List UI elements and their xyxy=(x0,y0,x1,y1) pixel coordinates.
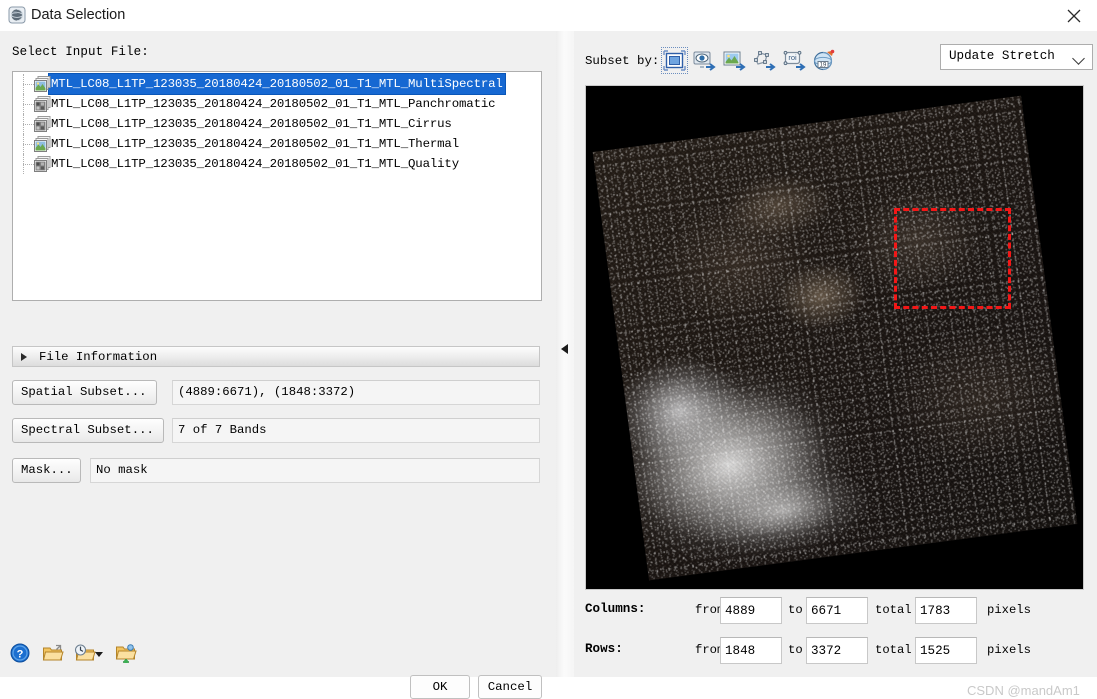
list-item-label: MTL_LC08_L1TP_123035_20180424_20180502_0… xyxy=(51,157,459,171)
stretch-dropdown[interactable]: Update Stretch xyxy=(940,44,1093,70)
dialog-body: Select Input File: MTL_LC08_L1TP_123035_… xyxy=(0,31,1097,699)
scene-preview[interactable] xyxy=(585,85,1084,590)
rows-units-label: pixels xyxy=(987,643,1031,657)
help-icon[interactable]: ? xyxy=(10,643,32,665)
columns-total-label: total xyxy=(875,603,912,617)
list-item-label: MTL_LC08_L1TP_123035_20180424_20180502_0… xyxy=(51,97,496,111)
scene-grain-layer xyxy=(592,95,1077,580)
tree-line-branch xyxy=(23,164,34,166)
input-file-panel: Select Input File: MTL_LC08_L1TP_123035_… xyxy=(0,31,554,699)
close-icon[interactable] xyxy=(1051,0,1097,31)
input-file-tree[interactable]: MTL_LC08_L1TP_123035_20180424_20180502_0… xyxy=(12,71,542,301)
columns-to-label: to xyxy=(788,603,803,617)
file-information-header[interactable]: File Information xyxy=(12,346,540,367)
window-title: Data Selection xyxy=(31,7,126,23)
landsat-scene-image xyxy=(592,95,1077,580)
rows-to-label: to xyxy=(788,643,803,657)
mask-value: No mask xyxy=(90,458,540,483)
panel-splitter[interactable] xyxy=(556,31,574,677)
open-remote-folder-icon[interactable] xyxy=(115,643,137,665)
mask-button[interactable]: Mask... xyxy=(12,458,81,483)
subset-by-label: Subset by: xyxy=(585,54,660,68)
grayscale-raster-icon xyxy=(34,96,51,112)
list-item[interactable]: MTL_LC08_L1TP_123035_20180424_20180502_0… xyxy=(13,73,541,95)
tree-line-branch xyxy=(23,144,34,146)
chevron-right-icon xyxy=(21,353,27,361)
list-item[interactable]: MTL_LC08_L1TP_123035_20180424_20180502_0… xyxy=(13,114,541,134)
chevron-down-icon[interactable] xyxy=(95,652,103,657)
multispectral-raster-icon xyxy=(34,76,51,92)
columns-units-label: pixels xyxy=(987,603,1031,617)
columns-to-input[interactable] xyxy=(806,597,868,624)
rows-from-input[interactable] xyxy=(720,637,782,664)
footer-icon-bar: ? xyxy=(10,643,147,667)
multispectral-raster-icon xyxy=(34,136,51,152)
tree-line-branch xyxy=(23,124,34,126)
subset-by-file-icon[interactable] xyxy=(661,47,688,74)
columns-label: Columns: xyxy=(585,602,646,616)
subset-by-view-icon[interactable] xyxy=(692,48,717,73)
svg-text:roi: roi xyxy=(788,53,797,62)
list-item[interactable]: MTL_LC08_L1TP_123035_20180424_20180502_0… xyxy=(13,94,541,114)
spectral-subset-row: Spectral Subset... 7 of 7 Bands xyxy=(12,418,540,443)
list-item[interactable]: MTL_LC08_L1TP_123035_20180424_20180502_0… xyxy=(13,134,541,154)
recent-files-icon[interactable] xyxy=(74,643,103,665)
spectral-subset-button[interactable]: Spectral Subset... xyxy=(12,418,164,443)
subset-by-toolbar: roi 19 xyxy=(661,47,842,74)
grayscale-raster-icon xyxy=(34,116,51,132)
columns-total-input[interactable] xyxy=(915,597,977,624)
rows-label: Rows: xyxy=(585,642,623,656)
tree-line-branch xyxy=(23,104,34,106)
rows-total-input[interactable] xyxy=(915,637,977,664)
subset-by-image-icon[interactable] xyxy=(722,48,747,73)
list-item[interactable]: MTL_LC08_L1TP_123035_20180424_20180502_0… xyxy=(13,154,541,174)
watermark-text: CSDN @mandAm1 xyxy=(967,683,1080,698)
spatial-subset-roi-box[interactable] xyxy=(894,208,1011,309)
list-item-label: MTL_LC08_L1TP_123035_20180424_20180502_0… xyxy=(51,117,452,131)
subset-by-vector-icon[interactable] xyxy=(752,48,777,73)
svg-text:?: ? xyxy=(17,649,24,661)
rows-row: Rows: from to total pixels xyxy=(585,637,1090,665)
rows-total-label: total xyxy=(875,643,912,657)
chevron-left-icon[interactable] xyxy=(561,344,568,354)
window-title-bar: Data Selection xyxy=(0,0,1097,32)
list-item-label: MTL_LC08_L1TP_123035_20180424_20180502_0… xyxy=(48,73,506,95)
columns-row: Columns: from to total pixels xyxy=(585,597,1090,625)
mask-row: Mask... No mask xyxy=(12,458,540,483)
grayscale-raster-icon xyxy=(34,156,51,172)
stretch-dropdown-value: Update Stretch xyxy=(949,49,1055,63)
spatial-subset-row: Spatial Subset... (4889:6671), (1848:337… xyxy=(12,380,540,405)
app-globe-icon xyxy=(8,6,26,24)
subset-by-geographic-icon[interactable]: 19 xyxy=(812,48,837,73)
open-folder-icon[interactable] xyxy=(42,643,64,665)
chevron-down-icon[interactable] xyxy=(1072,52,1085,65)
spectral-subset-value: 7 of 7 Bands xyxy=(172,418,540,443)
file-information-label: File Information xyxy=(39,350,158,364)
spatial-subset-button[interactable]: Spatial Subset... xyxy=(12,380,157,405)
tree-line-branch xyxy=(23,84,34,86)
svg-text:19: 19 xyxy=(820,62,827,68)
list-item-label: MTL_LC08_L1TP_123035_20180424_20180502_0… xyxy=(51,137,459,151)
spatial-subset-value: (4889:6671), (1848:3372) xyxy=(172,380,540,405)
cancel-button[interactable]: Cancel xyxy=(478,675,542,699)
select-input-file-label: Select Input File: xyxy=(12,45,149,59)
columns-from-input[interactable] xyxy=(720,597,782,624)
subset-by-roi-icon[interactable]: roi xyxy=(782,48,807,73)
rows-to-input[interactable] xyxy=(806,637,868,664)
ok-button[interactable]: OK xyxy=(410,675,470,699)
preview-panel: Subset by: roi 19 Update Stretch Columns… xyxy=(574,31,1097,677)
